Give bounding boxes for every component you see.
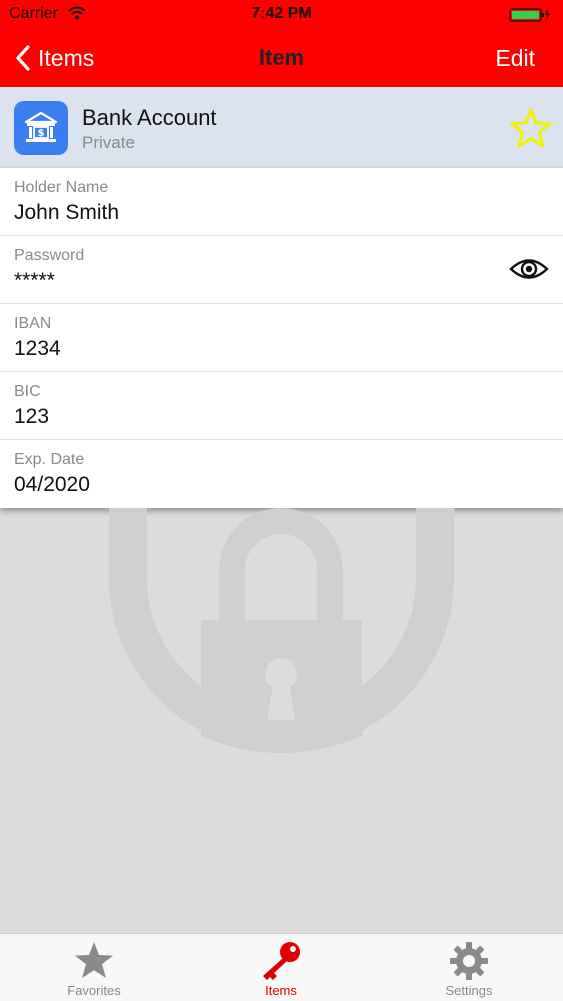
key-icon [263, 942, 300, 980]
lock-watermark-icon [0, 508, 563, 933]
field-exp-date[interactable]: Exp. Date 04/2020 [0, 440, 563, 508]
bank-icon: $ [14, 101, 68, 155]
item-name: Bank Account [82, 105, 217, 130]
star-icon [75, 942, 113, 978]
status-time: 7:42 PM [251, 5, 312, 22]
tab-bar: Favorites Items Settings [0, 933, 563, 1001]
field-value: John Smith [14, 201, 120, 224]
tab-label: Items [265, 983, 297, 998]
field-label: IBAN [14, 315, 52, 332]
field-label: Holder Name [14, 179, 109, 196]
item-header: $ Bank Account Private [0, 87, 563, 167]
field-label: BIC [14, 383, 41, 400]
field-value: ***** [14, 269, 55, 292]
tab-label: Settings [445, 983, 493, 998]
tab-label: Favorites [67, 983, 121, 998]
tab-favorites[interactable]: Favorites [34, 934, 154, 1001]
status-bar: Carrier 7:42 PM [0, 0, 563, 30]
field-password[interactable]: Password ***** [0, 236, 563, 304]
item-fields: Holder Name John Smith Password ***** IB… [0, 168, 563, 508]
tab-settings[interactable]: Settings [409, 934, 529, 1001]
favorite-star-icon[interactable] [509, 107, 553, 156]
svg-text:$: $ [38, 128, 45, 139]
field-holder-name[interactable]: Holder Name John Smith [0, 168, 563, 236]
field-value: 123 [14, 405, 50, 428]
battery-icon [509, 7, 551, 28]
tab-items[interactable]: Items [221, 934, 341, 1001]
eye-icon[interactable] [509, 256, 549, 287]
top-bar: Carrier 7:42 PM Items Item Edit [0, 0, 563, 87]
field-value: 1234 [14, 337, 61, 360]
item-category: Private [82, 133, 135, 152]
field-iban[interactable]: IBAN 1234 [0, 304, 563, 372]
gear-icon [450, 942, 488, 980]
edit-button[interactable]: Edit [495, 45, 535, 72]
field-bic[interactable]: BIC 123 [0, 372, 563, 440]
field-value: 04/2020 [14, 473, 90, 496]
field-label: Exp. Date [14, 451, 85, 468]
page-title: Item [258, 45, 305, 70]
field-label: Password [14, 247, 85, 264]
